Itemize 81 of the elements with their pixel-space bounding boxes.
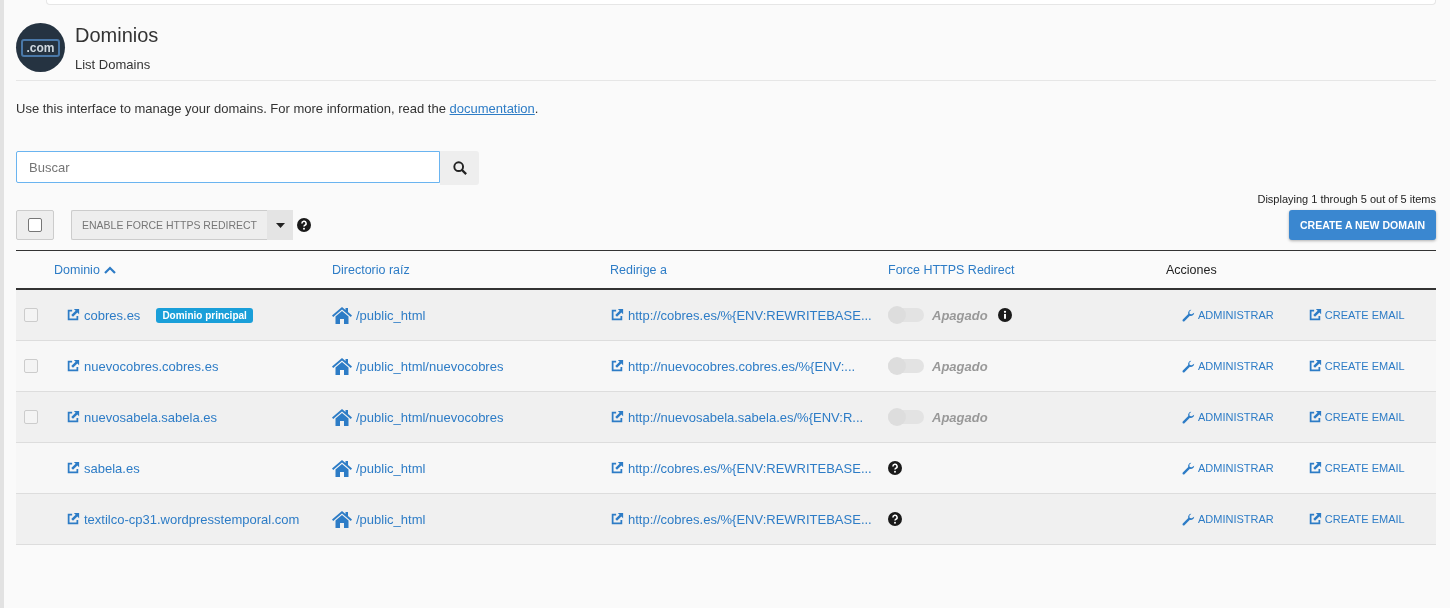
intro-text: Use this interface to manage your domains. For more information, read the documentation. (16, 101, 540, 116)
page-subtitle: List Domains (75, 56, 152, 72)
manage-link[interactable]: ADMINISTRAR (1182, 359, 1274, 373)
home-icon (332, 306, 352, 324)
external-link-icon (66, 308, 80, 322)
domain-link[interactable]: nuevocobres.cobres.es (84, 358, 219, 374)
wrench-icon (1182, 410, 1195, 424)
search-field[interactable]: Buscar (16, 151, 440, 183)
home-icon (332, 510, 352, 528)
wrench-icon (1182, 461, 1195, 475)
wrench-icon (1182, 512, 1195, 526)
create-email-link[interactable]: CREATE EMAIL (1307, 461, 1405, 475)
row-checkbox[interactable] (24, 410, 38, 424)
root-directory-link[interactable]: /public_html (356, 460, 426, 476)
info-icon[interactable] (997, 308, 1012, 322)
manage-link[interactable]: ADMINISTRAR (1182, 461, 1274, 475)
external-link-icon (610, 359, 624, 373)
domain-link[interactable]: nuevosabela.sabela.es (84, 409, 217, 425)
create-email-link[interactable]: CREATE EMAIL (1307, 512, 1405, 526)
external-link-icon (610, 461, 624, 475)
column-header[interactable]: Force HTTPS Redirect (888, 262, 1166, 277)
external-link-icon (1307, 461, 1322, 475)
page-title: Dominios (75, 23, 159, 47)
root-directory-link[interactable]: /public_html/nuevocobres (356, 358, 504, 374)
create-email-link[interactable]: CREATE EMAIL (1307, 308, 1405, 322)
domain-link[interactable]: sabela.es (84, 460, 140, 476)
redirect-link[interactable]: http://nuevosabela.sabela.es/%{ENV:R... (628, 409, 864, 425)
domain-link[interactable]: textilco-cp31.wordpresstemporal.com (84, 511, 300, 527)
toggle-state-label: Apagado (932, 358, 988, 374)
search-button[interactable] (440, 151, 479, 185)
redirect-link[interactable]: http://cobres.es/%{ENV:REWRITEBASE... (628, 307, 872, 323)
bulk-action-button[interactable]: ENABLE FORCE HTTPS REDIRECT (71, 210, 268, 240)
primary-domain-badge: Dominio principal (156, 307, 253, 323)
external-link-icon (66, 359, 80, 373)
toggle-state-label: Apagado (932, 409, 988, 425)
root-directory-link[interactable]: /public_html (356, 307, 426, 323)
toggle-state-label: Apagado (932, 307, 988, 323)
manage-link[interactable]: ADMINISTRAR (1182, 512, 1274, 526)
external-link-icon (1307, 410, 1322, 424)
home-icon (332, 408, 352, 426)
help-icon[interactable] (297, 218, 312, 232)
domains-logo-icon: .com (16, 23, 65, 72)
external-link-icon (1307, 512, 1322, 526)
search-icon (452, 161, 467, 175)
select-all-checkbox[interactable] (16, 210, 54, 240)
caret-icon (275, 222, 285, 228)
help-icon[interactable] (888, 461, 902, 475)
column-header[interactable]: Dominio (54, 262, 332, 277)
pagination-info: Displaying 1 through 5 out of 5 items (1256, 193, 1436, 205)
home-icon (332, 357, 352, 375)
manage-link[interactable]: ADMINISTRAR (1182, 308, 1274, 322)
column-header: Acciones (1166, 262, 1218, 277)
documentation-link[interactable]: documentation (449, 101, 535, 116)
create-email-link[interactable]: CREATE EMAIL (1307, 410, 1405, 424)
external-link-icon (610, 512, 624, 526)
external-link-icon (66, 461, 80, 475)
domain-link[interactable]: cobres.es (84, 307, 141, 323)
help-icon[interactable] (888, 512, 902, 526)
redirect-link[interactable]: http://cobres.es/%{ENV:REWRITEBASE... (628, 511, 872, 527)
row-checkbox[interactable] (24, 308, 38, 322)
root-directory-link[interactable]: /public_html/nuevocobres (356, 409, 504, 425)
https-toggle[interactable] (888, 359, 924, 373)
manage-link[interactable]: ADMINISTRAR (1182, 410, 1274, 424)
redirect-link[interactable]: http://cobres.es/%{ENV:REWRITEBASE... (628, 460, 872, 476)
column-header[interactable]: Directorio raíz (332, 262, 610, 277)
external-link-icon (66, 410, 80, 424)
create-email-link[interactable]: CREATE EMAIL (1307, 359, 1405, 373)
wrench-icon (1182, 359, 1195, 373)
external-link-icon (610, 308, 624, 322)
home-icon (332, 459, 352, 477)
external-link-icon (1307, 308, 1322, 322)
external-link-icon (66, 512, 80, 526)
row-checkbox[interactable] (24, 359, 38, 373)
create-domain-button[interactable]: CREATE A NEW DOMAIN (1288, 210, 1436, 240)
external-link-icon (1307, 359, 1322, 373)
column-header[interactable]: Redirige a (610, 262, 888, 277)
dropdown-toggle[interactable] (267, 210, 294, 240)
wrench-icon (1182, 308, 1195, 322)
redirect-link[interactable]: http://nuevocobres.cobres.es/%{ENV:... (628, 358, 856, 374)
external-link-icon (610, 410, 624, 424)
root-directory-link[interactable]: /public_html (356, 511, 426, 527)
